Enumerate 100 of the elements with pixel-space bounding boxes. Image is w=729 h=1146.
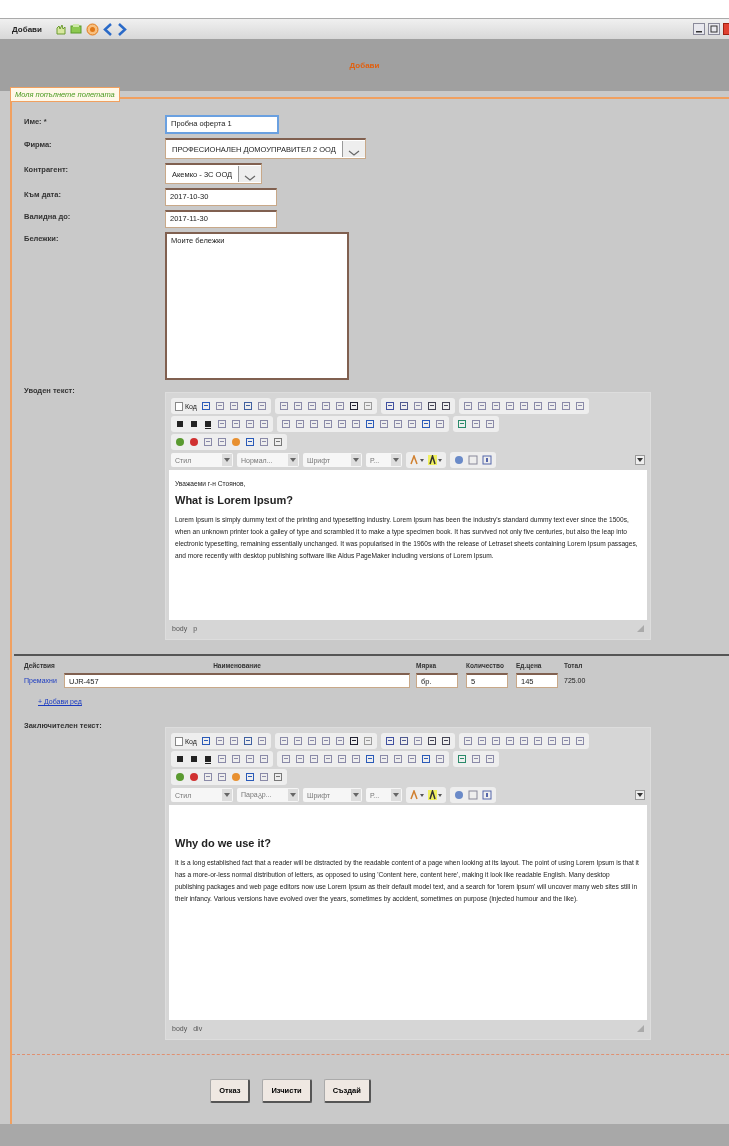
collapse-button[interactable] — [635, 790, 645, 800]
square-icon — [365, 419, 375, 429]
square-icon — [351, 754, 361, 764]
square-icon — [278, 736, 289, 746]
square-icon — [200, 401, 211, 411]
square-icon — [231, 419, 241, 429]
toolbar-button[interactable] — [439, 400, 452, 412]
resize-handle[interactable] — [637, 624, 644, 632]
toolbar-button[interactable] — [202, 418, 214, 430]
editor-content[interactable] — [169, 470, 647, 620]
document-icon[interactable] — [175, 401, 183, 411]
square-icon — [421, 754, 431, 764]
square-icon — [242, 401, 253, 411]
collapse-button[interactable] — [635, 455, 645, 465]
toolbar-button[interactable] — [425, 735, 438, 747]
toolbar-button[interactable] — [188, 418, 200, 430]
dropdown-caret-icon — [238, 166, 262, 182]
dropdown-arrow-icon — [290, 793, 296, 797]
square-icon — [379, 419, 389, 429]
square-icon — [203, 437, 213, 447]
toolbar-button[interactable] — [174, 418, 186, 430]
square-icon — [504, 736, 515, 746]
square-icon — [259, 437, 269, 447]
square-icon — [334, 736, 345, 746]
square-icon — [259, 772, 269, 782]
square-icon — [189, 754, 199, 764]
forward-icon[interactable] — [116, 22, 127, 36]
square-icon — [306, 736, 317, 746]
square-icon — [398, 401, 409, 411]
toolbar-button[interactable] — [174, 753, 186, 765]
square-icon — [393, 754, 403, 764]
help-button[interactable] — [481, 789, 493, 801]
toolbar-button[interactable] — [439, 735, 452, 747]
dropdown-arrow-icon — [353, 458, 359, 462]
square-icon — [217, 419, 227, 429]
square-icon — [309, 419, 319, 429]
resize-handle[interactable] — [637, 1024, 644, 1032]
square-icon — [426, 401, 437, 411]
toolbar-button[interactable] — [383, 735, 396, 747]
hand-icon[interactable] — [53, 23, 66, 35]
help-button[interactable] — [481, 454, 493, 466]
square-icon — [351, 419, 361, 429]
square-icon — [245, 419, 255, 429]
square-icon — [295, 754, 305, 764]
square-icon — [175, 754, 185, 764]
content-heading: What is Lorem Ipsum? — [175, 494, 294, 506]
square-icon — [278, 401, 289, 411]
back-icon[interactable] — [102, 22, 113, 36]
square-icon — [281, 419, 291, 429]
toolbar-button[interactable] — [347, 400, 360, 412]
square-icon — [320, 401, 331, 411]
square-icon — [490, 401, 501, 411]
text-color-button[interactable] — [409, 789, 425, 801]
square-icon — [560, 401, 571, 411]
content-heading: Why do we use it? — [175, 837, 272, 849]
toolbar-button[interactable] — [188, 753, 200, 765]
square-icon — [412, 736, 423, 746]
square-icon — [440, 401, 451, 411]
maximize-button[interactable] — [708, 23, 720, 35]
circle-icon — [189, 437, 199, 447]
square-icon — [546, 736, 557, 746]
square-icon — [407, 419, 417, 429]
square-icon — [362, 401, 373, 411]
square-icon — [281, 754, 291, 764]
printer-icon[interactable] — [69, 23, 82, 35]
square-icon — [309, 754, 319, 764]
square-icon — [462, 736, 473, 746]
square-icon — [485, 754, 495, 764]
dropdown-arrow-icon — [393, 458, 399, 462]
square-icon — [214, 401, 225, 411]
square-icon — [532, 401, 543, 411]
editor-content[interactable] — [169, 805, 647, 1020]
square-icon — [412, 401, 423, 411]
square-icon — [504, 401, 515, 411]
circle-icon — [175, 437, 185, 447]
square-icon — [457, 754, 467, 764]
square-icon — [295, 419, 305, 429]
square-icon — [532, 736, 543, 746]
minimize-button[interactable] — [693, 23, 705, 35]
square-icon — [440, 736, 451, 746]
square-icon — [245, 772, 255, 782]
toolbar-button[interactable] — [425, 400, 438, 412]
toolbar-button[interactable] — [202, 753, 214, 765]
toolbar-button[interactable] — [347, 735, 360, 747]
square-icon — [245, 754, 255, 764]
square-icon — [273, 437, 283, 447]
square-icon — [574, 401, 585, 411]
toolbar-button[interactable] — [383, 400, 396, 412]
square-icon — [292, 736, 303, 746]
square-icon — [407, 754, 417, 764]
text-color-button[interactable] — [409, 454, 425, 466]
square-icon — [256, 736, 267, 746]
square-icon — [348, 401, 359, 411]
highlight-color-button[interactable] — [427, 454, 443, 466]
target-icon[interactable] — [85, 22, 99, 36]
highlight-color-button[interactable] — [427, 789, 443, 801]
square-icon — [426, 736, 437, 746]
square-icon — [259, 419, 269, 429]
document-icon[interactable] — [175, 736, 183, 746]
square-icon — [323, 754, 333, 764]
